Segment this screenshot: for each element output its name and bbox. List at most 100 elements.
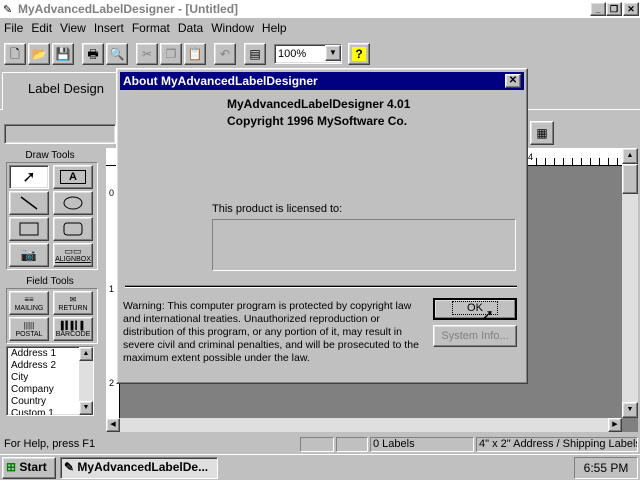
undo-icon[interactable]: ↶: [214, 43, 236, 65]
taskbar-app-button[interactable]: ✎ MyAdvancedLabelDe...: [60, 457, 218, 479]
cut-icon[interactable]: ✂: [136, 43, 158, 65]
zoom-select[interactable]: 100% ▼: [274, 44, 342, 64]
draw-tools-title: Draw Tools: [25, 150, 75, 161]
minimize-button[interactable]: _: [590, 2, 606, 16]
vertical-scrollbar[interactable]: ▲ ▼: [622, 148, 638, 418]
window-cascade-icon[interactable]: ▤: [244, 43, 266, 65]
status-panel: [336, 437, 368, 452]
taskbar-app-label: MyAdvancedLabelDe...: [77, 460, 209, 474]
scroll-up-icon[interactable]: ▲: [622, 148, 638, 164]
line-icon: [20, 196, 38, 210]
cursor-arrow-icon: ➚: [22, 169, 36, 186]
ruler-ticks: [536, 158, 622, 166]
start-button[interactable]: ⊞ Start: [2, 457, 56, 479]
pointer-tool[interactable]: ➚: [9, 165, 49, 189]
barcode-label: BARCODE: [55, 330, 91, 338]
scroll-up-icon[interactable]: ▲: [79, 347, 93, 361]
camera-icon: 📷: [20, 247, 38, 262]
clock-time: 6:55 PM: [583, 461, 629, 475]
ellipse-tool[interactable]: [53, 191, 93, 215]
print-preview-icon[interactable]: 🔍: [106, 43, 128, 65]
menu-insert[interactable]: Insert: [94, 21, 124, 35]
about-dialog: About MyAdvancedLabelDesigner ✕ MyAdvanc…: [116, 68, 528, 384]
scroll-thumb[interactable]: [622, 164, 638, 194]
ruler-mark: 1: [109, 284, 115, 294]
window-title: MyAdvancedLabelDesigner - [Untitled]: [18, 2, 239, 16]
ruler-mark: 0: [109, 188, 115, 198]
image-tool[interactable]: 📷: [9, 243, 49, 267]
close-button[interactable]: ✕: [623, 2, 639, 16]
windows-logo-icon: ⊞: [6, 460, 17, 474]
paste-icon[interactable]: 📋: [184, 43, 206, 65]
rectangle-tool[interactable]: [9, 217, 49, 241]
app-icon[interactable]: ✎: [3, 3, 12, 16]
scroll-right-icon[interactable]: ▶: [608, 418, 622, 432]
rounded-rectangle-icon: [63, 222, 83, 236]
line-tool[interactable]: [9, 191, 49, 215]
title-bar: ✎ MyAdvancedLabelDesigner - [Untitled] _…: [0, 0, 640, 18]
help-button[interactable]: ?: [348, 43, 370, 65]
menu-help[interactable]: Help: [262, 21, 287, 35]
mail-envelope-icon: ≡≡: [24, 294, 34, 304]
copyright-text: Copyright 1996 MySoftware Co.: [227, 114, 408, 128]
ruler-mark: 4: [528, 152, 534, 162]
new-file-icon[interactable]: 🗋: [4, 43, 26, 65]
menu-edit[interactable]: Edit: [31, 21, 52, 35]
return-field-button[interactable]: ✉ RETURN: [53, 291, 93, 315]
ok-button[interactable]: OK: [433, 298, 517, 320]
system-info-button[interactable]: System Info...: [433, 325, 517, 347]
menu-window[interactable]: Window: [211, 21, 254, 35]
copy-icon[interactable]: ❐: [160, 43, 182, 65]
return-label: RETURN: [58, 304, 88, 312]
mouse-cursor-icon: ➚: [482, 306, 494, 322]
warning-text: Warning: This computer program is protec…: [123, 300, 419, 364]
menu-format[interactable]: Format: [132, 21, 170, 35]
scroll-down-icon[interactable]: ▼: [79, 401, 93, 415]
barcode-field-button[interactable]: ▌▍▌▎▌ BARCODE: [53, 317, 93, 341]
scroll-left-icon[interactable]: ◀: [106, 418, 120, 432]
app-task-icon: ✎: [64, 460, 75, 474]
text-tool[interactable]: A: [53, 165, 93, 189]
start-label: Start: [19, 460, 47, 474]
postal-field-button[interactable]: ||||| POSTAL: [9, 317, 49, 341]
align-box-label: ALIGNBOX: [55, 256, 91, 263]
restore-button[interactable]: ❐: [606, 2, 622, 16]
field-list-scrollbar[interactable]: ▲ ▼: [79, 347, 93, 415]
horizontal-scrollbar[interactable]: ◀ ▶: [106, 418, 622, 432]
save-icon[interactable]: 💾: [52, 43, 74, 65]
mailing-field-button[interactable]: ≡≡ MAILING: [9, 291, 49, 315]
postal-barcode-icon: |||||: [23, 320, 35, 330]
dialog-close-button[interactable]: ✕: [505, 74, 521, 88]
open-folder-icon[interactable]: 📂: [28, 43, 50, 65]
dialog-divider: [125, 285, 517, 288]
font-field[interactable]: [4, 124, 116, 144]
menu-view[interactable]: View: [60, 21, 86, 35]
align-box-tool[interactable]: ▭▭ ALIGNBOX: [53, 243, 93, 267]
menu-data[interactable]: Data: [178, 21, 203, 35]
menu-file[interactable]: File: [4, 21, 23, 35]
align-box-icon: ▭▭: [64, 246, 82, 256]
licensed-to-box: [212, 219, 516, 271]
field-list[interactable]: Address 1 Address 2 City Company Country…: [6, 346, 94, 416]
barcode-icon: ▌▍▌▎▌: [60, 320, 86, 330]
grid-icon[interactable]: ▦: [530, 121, 554, 145]
label-type: 4" x 2" Address / Shipping Labels: [479, 438, 638, 450]
scroll-down-icon[interactable]: ▼: [622, 402, 638, 418]
field-tools-group: ≡≡ MAILING ✉ RETURN ||||| POSTAL ▌▍▌▎▌ B…: [6, 288, 98, 344]
ellipse-icon: [63, 196, 83, 210]
print-icon[interactable]: 🖶: [82, 43, 104, 65]
taskbar: ⊞ Start ✎ MyAdvancedLabelDe... 6:55 PM: [0, 454, 640, 480]
help-icon: ?: [352, 47, 366, 61]
tab-label-design[interactable]: Label Design: [2, 72, 130, 110]
rounded-rect-tool[interactable]: [53, 217, 93, 241]
postal-label: POSTAL: [15, 330, 43, 338]
menu-bar: File Edit View Insert Format Data Window…: [0, 18, 640, 38]
label-type-panel: 4" x 2" Address / Shipping Labels: [476, 437, 638, 452]
zoom-value: 100%: [278, 48, 307, 60]
return-address-icon: ✉: [69, 294, 77, 304]
product-name: MyAdvancedLabelDesigner 4.01: [227, 97, 411, 111]
chevron-down-icon[interactable]: ▼: [325, 45, 341, 61]
draw-tools-group: ➚ A 📷 ▭▭ ALIGNBOX: [6, 162, 98, 270]
dialog-title: About MyAdvancedLabelDesigner: [120, 72, 524, 90]
labels-count: 0 Labels: [373, 438, 415, 450]
